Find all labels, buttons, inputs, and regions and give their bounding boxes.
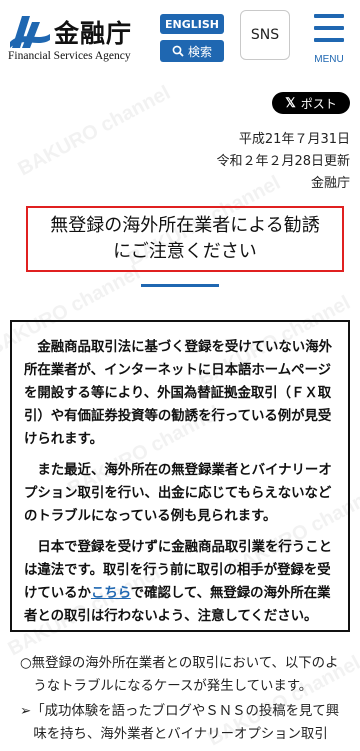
agency-name: 金融庁: [310, 176, 350, 191]
trouble-intro: ○無登録の海外所在業者との取引において、以下のようなトラブルになるケースが発生し…: [20, 656, 339, 694]
registration-check-link[interactable]: こちら: [91, 586, 131, 601]
notice-paragraph-1: 金融商品取引法に基づく登録を受けていない海外所在業者が、インターネットに日本語ホ…: [24, 340, 332, 447]
watermark: BAKURO channel: [14, 81, 174, 181]
title-underline: [141, 284, 219, 287]
menu-button[interactable]: MENU: [304, 10, 354, 66]
updated-date: 令和２年２月28日更新: [216, 154, 350, 169]
post-label: ポスト: [300, 96, 337, 111]
sns-button[interactable]: SNS: [240, 10, 290, 60]
search-label: 検索: [187, 44, 212, 59]
logo-en-text: Financial Services Agency: [8, 50, 131, 62]
search-icon: [172, 45, 184, 57]
search-button[interactable]: 検索: [160, 40, 224, 62]
notice-box: 金融商品取引法に基づく登録を受けていない海外所在業者が、インターネットに日本語ホ…: [10, 320, 350, 632]
notice-paragraph-2: また最近、海外所在の無登録業者とバイナリーオプション取引を行い、出金に応じてもら…: [24, 463, 332, 524]
x-post-button[interactable]: 𝕏 ポスト: [272, 92, 350, 114]
menu-label: MENU: [314, 54, 344, 65]
site-header: 金融庁 Financial Services Agency ENGLISH 検索…: [0, 0, 360, 76]
page-title: 無登録の海外所在業者による勧誘 にご注意ください: [26, 206, 344, 272]
x-logo-icon: 𝕏: [285, 95, 296, 110]
notice-paragraph-3: 日本で登録を受けずに金融商品取引業を行うことは違法です。取引を行う前に取引の相手…: [24, 536, 338, 628]
published-date: 平成21年７月31日: [238, 132, 350, 147]
logo-jp-text: 金融庁: [54, 19, 133, 48]
body-text: ○無登録の海外所在業者との取引において、以下のようなトラブルになるケースが発生し…: [20, 652, 350, 748]
fsa-logo[interactable]: 金融庁 Financial Services Agency: [6, 8, 156, 64]
page-title-line2: にご注意ください: [113, 241, 257, 262]
fsa-logo-mark-icon: [10, 16, 50, 48]
english-button[interactable]: ENGLISH: [160, 14, 224, 34]
trouble-case-1: ➢「成功体験を語ったブログやＳＮＳの投稿を見て興味を持ち、海外業者とバイナリーオ…: [20, 704, 340, 742]
page-title-line1: 無登録の海外所在業者による勧誘: [50, 215, 320, 236]
